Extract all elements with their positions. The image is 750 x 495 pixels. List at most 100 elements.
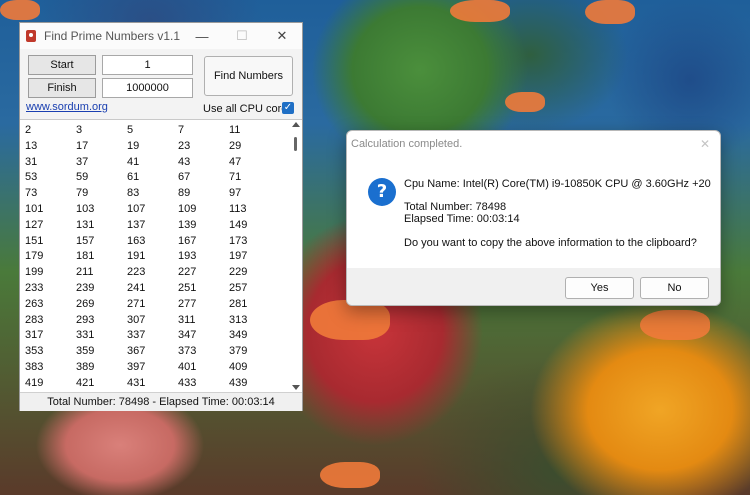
prime-number-cell: 113 [229,202,247,215]
prime-number-cell: 293 [76,313,95,326]
scroll-down-icon[interactable] [292,385,300,390]
copy-question-text: Do you want to copy the above informatio… [404,237,697,249]
finish-input[interactable]: 1000000 [102,78,193,98]
prime-number-cell: 331 [76,329,95,342]
prime-number-cell: 229 [229,266,248,279]
prime-number-cell: 13 [25,139,38,152]
prime-number-cell: 23 [178,139,191,152]
title-bar[interactable]: Find Prime Numbers v1.1 — ☐ ✕ [20,23,302,49]
prime-number-cell: 3 [76,124,83,136]
prime-number-cell: 73 [25,187,38,200]
prime-number-cell: 269 [76,297,95,310]
prime-number-cell: 431 [127,376,146,389]
prime-number-cell: 173 [229,234,248,247]
start-label: Start [28,55,96,75]
prime-number-cell: 109 [178,202,197,215]
dialog-title-bar[interactable]: Calculation completed. ✕ [347,131,720,157]
prime-number-cell: 191 [127,250,146,263]
prime-number-cell: 421 [76,376,95,389]
dialog-close-button[interactable]: ✕ [690,137,720,151]
prime-number-cell: 257 [229,281,248,294]
prime-number-cell: 151 [25,234,44,247]
prime-number-cell: 223 [127,266,146,279]
prime-number-cell: 5 [127,124,134,136]
prime-number-cell: 337 [127,329,146,342]
app-icon [24,29,38,43]
prime-number-cell: 197 [229,250,248,263]
scroll-thumb[interactable] [294,137,297,151]
prime-number-cell: 131 [76,218,95,231]
prime-number-cell: 401 [178,360,197,373]
start-input[interactable]: 1 [102,55,193,75]
prime-number-cell: 439 [229,376,248,389]
find-numbers-button[interactable]: Find Numbers [204,56,293,96]
prime-number-cell: 317 [25,329,44,342]
dialog-title: Calculation completed. [351,138,463,150]
prime-number-cell: 251 [178,281,197,294]
prime-number-cell: 19 [127,139,140,152]
prime-number-cell: 347 [178,329,197,342]
prime-number-cell: 59 [76,171,89,184]
prime-number-cell: 103 [76,202,95,215]
prime-number-cell: 149 [229,218,248,231]
prime-number-cell: 83 [127,187,140,200]
yes-button[interactable]: Yes [565,277,634,299]
question-icon: ? [368,178,396,206]
prime-number-cell: 157 [76,234,95,247]
prime-number-cell: 163 [127,234,146,247]
calculation-dialog: Calculation completed. ✕ ? Cpu Name: Int… [346,130,721,306]
prime-number-cell: 181 [76,250,95,263]
prime-number-cell: 11 [229,124,241,136]
wallpaper-fish [585,0,635,24]
prime-number-cell: 137 [127,218,146,231]
prime-number-cell: 61 [127,171,140,184]
use-all-cores-checkbox[interactable]: ✓ [282,102,294,114]
prime-number-cell: 227 [178,266,197,279]
wallpaper-fish [320,462,380,488]
wallpaper-fish [505,92,545,112]
prime-number-cell: 283 [25,313,44,326]
prime-number-cell: 389 [76,360,95,373]
prime-number-cell: 107 [127,202,146,215]
prime-number-cell: 179 [25,250,44,263]
prime-number-cell: 307 [127,313,146,326]
prime-number-cell: 367 [127,345,146,358]
prime-number-cell: 277 [178,297,197,310]
prime-number-cell: 359 [76,345,95,358]
prime-number-cell: 43 [178,155,191,168]
prime-number-cell: 101 [25,202,44,215]
close-button[interactable]: ✕ [262,23,302,49]
prime-number-cell: 311 [178,313,196,326]
minimize-button[interactable]: — [182,23,222,49]
primes-list[interactable]: 2 3 5 7 11 13 17 19 23 29 31 37 41 43 47 53 59 61 67 71 73 79… [20,119,302,392]
prime-number-cell: 67 [178,171,191,184]
prime-number-cell: 89 [178,187,191,200]
prime-number-cell: 353 [25,345,44,358]
scroll-up-icon[interactable] [292,122,300,127]
status-bar: Total Number: 78498 - Elapsed Time: 00:0… [20,392,302,411]
prime-number-cell: 127 [25,218,44,231]
website-link[interactable]: www.sordum.org [26,101,108,113]
maximize-button: ☐ [236,28,248,43]
prime-number-cell: 71 [229,171,242,184]
no-button[interactable]: No [640,277,709,299]
wallpaper-fish [450,0,510,22]
prime-number-cell: 41 [127,155,140,168]
prime-number-cell: 193 [178,250,197,263]
prime-number-cell: 313 [229,313,248,326]
prime-number-cell: 383 [25,360,44,373]
wallpaper-fish [310,300,390,340]
prime-number-cell: 199 [25,266,44,279]
prime-number-cell: 37 [76,155,89,168]
prime-number-cell: 211 [76,266,94,279]
elapsed-time-text: Elapsed Time: 00:03:14 [404,213,520,225]
vertical-scrollbar[interactable] [292,122,300,390]
prime-number-cell: 167 [178,234,197,247]
prime-number-cell: 271 [127,297,146,310]
prime-number-cell: 2 [25,124,32,136]
prime-number-cell: 263 [25,297,44,310]
prime-number-cell: 281 [229,297,248,310]
wallpaper-fish [640,310,710,340]
prime-number-cell: 349 [229,329,248,342]
prime-number-cell: 53 [25,171,38,184]
